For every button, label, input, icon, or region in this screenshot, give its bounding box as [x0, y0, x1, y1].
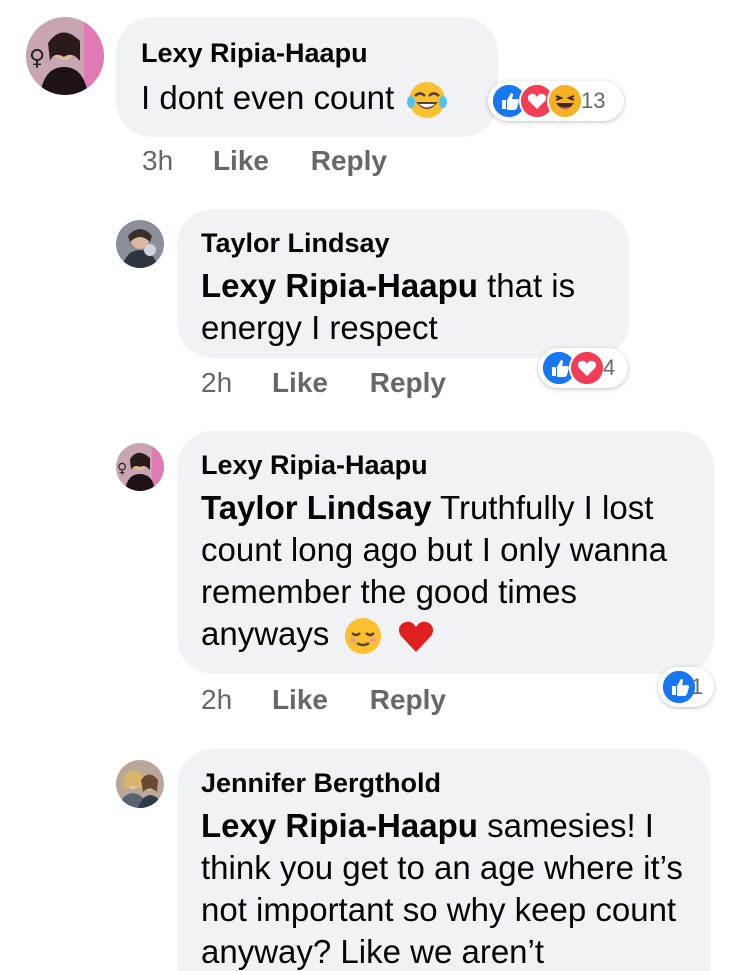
avatar[interactable]: ♀ [116, 443, 164, 491]
love-icon [569, 350, 605, 386]
comment-author[interactable]: Taylor Lindsay [201, 227, 629, 259]
reaction-count: 1 [691, 674, 704, 699]
comment-timestamp[interactable]: 3h [142, 145, 173, 177]
reaction-count: 13 [581, 88, 606, 113]
comment-author[interactable]: Jennifer Bergthold [201, 767, 711, 799]
like-button[interactable]: Like [272, 367, 328, 399]
comment-author[interactable]: Lexy Ripia-Haapu [201, 449, 714, 481]
like-button[interactable]: Like [213, 145, 269, 177]
comment-thread: ♀ Lexy Ripia-Haapu I dont even count 13 … [0, 0, 750, 971]
svg-text:♀: ♀ [117, 461, 127, 477]
reaction-summary[interactable]: 1 [658, 667, 714, 707]
mention-link[interactable]: Lexy Ripia-Haapu [201, 267, 478, 304]
haha-icon [547, 83, 583, 119]
laughing-tears-emoji-icon [407, 80, 448, 120]
comment-text: Lexy Ripia-Haapu that is energy I respec… [201, 265, 621, 349]
like-button[interactable]: Like [272, 684, 328, 716]
mention-link[interactable]: Taylor Lindsay [201, 489, 431, 526]
reaction-count: 4 [603, 355, 616, 380]
reply-button[interactable]: Reply [370, 684, 446, 716]
relieved-face-emoji-icon [343, 616, 383, 656]
svg-text:♀: ♀ [29, 46, 45, 71]
reaction-summary[interactable]: 13 [488, 81, 624, 121]
comment-bubble: Taylor Lindsay Lexy Ripia-Haapu that is … [177, 209, 629, 358]
reply-button[interactable]: Reply [311, 145, 387, 177]
comment-actions: 2h Like Reply [201, 684, 446, 716]
comment-author[interactable]: Lexy Ripia-Haapu [141, 37, 498, 69]
comment-text: Taylor Lindsay Truthfully I lost count l… [201, 487, 701, 656]
reply-button[interactable]: Reply [370, 367, 446, 399]
comment-timestamp[interactable]: 2h [201, 367, 232, 399]
comment-actions: 2h Like Reply [201, 367, 446, 399]
avatar[interactable] [116, 760, 164, 808]
reaction-summary[interactable]: 4 [538, 348, 628, 388]
comment-actions: 3h Like Reply [142, 145, 387, 177]
comment-text-body: I dont even count [141, 79, 395, 116]
mention-link[interactable]: Lexy Ripia-Haapu [201, 807, 478, 844]
comment-bubble: Lexy Ripia-Haapu I dont even count [116, 17, 498, 137]
red-heart-emoji-icon [396, 616, 436, 656]
comment-text: Lexy Ripia-Haapu samesies! I think you g… [201, 805, 697, 971]
avatar[interactable] [116, 220, 164, 268]
comment-text: I dont even count [141, 77, 498, 120]
avatar[interactable]: ♀ [26, 17, 104, 95]
comment-bubble: Jennifer Bergthold Lexy Ripia-Haapu same… [177, 749, 711, 971]
comment-bubble: Lexy Ripia-Haapu Taylor Lindsay Truthful… [177, 431, 714, 674]
comment-timestamp[interactable]: 2h [201, 684, 232, 716]
